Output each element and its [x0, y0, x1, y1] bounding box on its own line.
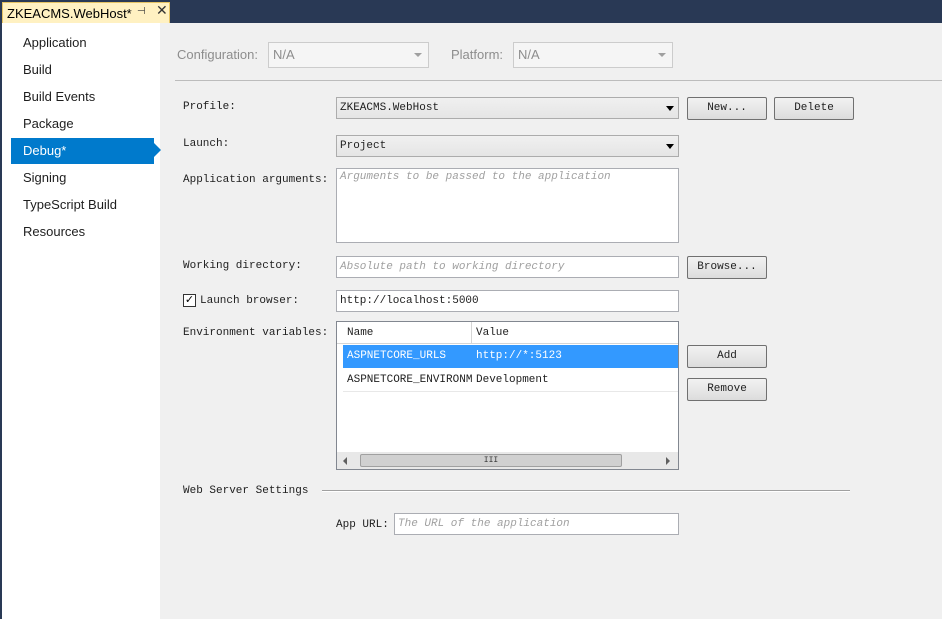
- add-env-var-button[interactable]: Add: [687, 345, 767, 368]
- app-url-label: App URL:: [336, 519, 389, 531]
- browse-button[interactable]: Browse...: [687, 256, 767, 279]
- profile-label: Profile:: [183, 101, 236, 113]
- nav-item-package[interactable]: Package: [11, 111, 154, 137]
- profile-value: ZKEACMS.WebHost: [340, 102, 440, 114]
- platform-value: N/A: [518, 47, 540, 62]
- properties-page: Application Build Build Events Package D…: [2, 23, 942, 619]
- nav-item-build-events[interactable]: Build Events: [11, 84, 154, 110]
- nav-item-application[interactable]: Application: [11, 30, 154, 56]
- launch-label: Launch:: [183, 138, 230, 150]
- scroll-right-icon[interactable]: [666, 457, 670, 465]
- table-row[interactable]: ASPNETCORE_URLS http://*:5123: [343, 345, 678, 368]
- launch-value: Project: [340, 140, 387, 152]
- profile-combo[interactable]: ZKEACMS.WebHost: [336, 97, 679, 119]
- app-args-label: Application arguments:: [183, 174, 329, 186]
- document-tab-strip: ZKEACMS.WebHost* ⊣ ✕: [0, 0, 942, 23]
- app-args-textarea[interactable]: Arguments to be passed to the applicatio…: [336, 168, 679, 243]
- active-nav-arrow: [154, 143, 161, 157]
- chevron-down-icon: [658, 53, 666, 57]
- horizontal-scrollbar[interactable]: III: [337, 452, 678, 469]
- launch-browser-url-input[interactable]: http://localhost:5000: [336, 290, 679, 312]
- nav-item-build[interactable]: Build: [11, 57, 154, 83]
- document-tab[interactable]: ZKEACMS.WebHost* ⊣ ✕: [2, 2, 170, 23]
- launch-browser-checkbox[interactable]: ✓: [183, 294, 196, 307]
- table-row[interactable]: ASPNETCORE_ENVIRONMENT Development: [343, 369, 678, 392]
- working-dir-input[interactable]: Absolute path to working directory: [336, 256, 679, 278]
- column-header-value[interactable]: Value: [472, 322, 509, 344]
- chevron-down-icon: [414, 53, 422, 57]
- grid-header: Name Value: [337, 322, 678, 344]
- nav-item-debug[interactable]: Debug*: [11, 138, 154, 164]
- close-icon[interactable]: ✕: [156, 3, 168, 19]
- scroll-left-icon[interactable]: [343, 457, 347, 465]
- tab-title: ZKEACMS.WebHost*: [7, 5, 132, 21]
- platform-label: Platform:: [451, 47, 504, 62]
- chevron-down-icon: [666, 106, 674, 111]
- env-vars-grid[interactable]: Name Value ASPNETCORE_URLS http://*:5123…: [336, 321, 679, 470]
- platform-combo: N/A: [513, 42, 673, 68]
- working-dir-placeholder: Absolute path to working directory: [340, 261, 565, 273]
- env-vars-label: Environment variables:: [183, 327, 329, 339]
- nav-item-signing[interactable]: Signing: [11, 165, 154, 191]
- nav-item-resources[interactable]: Resources: [11, 219, 154, 245]
- delete-profile-button[interactable]: Delete: [774, 97, 854, 120]
- env-var-name: ASPNETCORE_URLS: [347, 350, 447, 362]
- launch-browser-url: http://localhost:5000: [340, 295, 479, 307]
- configuration-label: Configuration:: [177, 47, 258, 62]
- row-separator: [343, 391, 678, 392]
- app-url-placeholder: The URL of the application: [398, 518, 570, 530]
- configuration-value: N/A: [273, 47, 295, 62]
- app-url-input[interactable]: The URL of the application: [394, 513, 679, 535]
- working-dir-label: Working directory:: [183, 260, 302, 272]
- nav-item-typescript-build[interactable]: TypeScript Build: [11, 192, 154, 218]
- remove-env-var-button[interactable]: Remove: [687, 378, 767, 401]
- env-var-value: http://*:5123: [476, 350, 562, 362]
- env-var-value: Development: [476, 374, 549, 386]
- divider: [175, 80, 942, 81]
- new-profile-button[interactable]: New...: [687, 97, 767, 120]
- column-header-name[interactable]: Name: [343, 322, 373, 344]
- env-var-name: ASPNETCORE_ENVIRONMENT: [347, 374, 472, 386]
- pin-icon[interactable]: ⊣: [137, 6, 146, 17]
- property-nav: Application Build Build Events Package D…: [2, 23, 160, 619]
- web-server-settings-heading: Web Server Settings: [183, 485, 309, 497]
- launch-combo[interactable]: Project: [336, 135, 679, 157]
- chevron-down-icon: [666, 144, 674, 149]
- configuration-combo: N/A: [268, 42, 429, 68]
- app-args-placeholder: Arguments to be passed to the applicatio…: [340, 171, 611, 183]
- group-separator: [322, 490, 850, 492]
- launch-browser-label: Launch browser:: [200, 295, 300, 307]
- scroll-thumb[interactable]: III: [360, 454, 622, 467]
